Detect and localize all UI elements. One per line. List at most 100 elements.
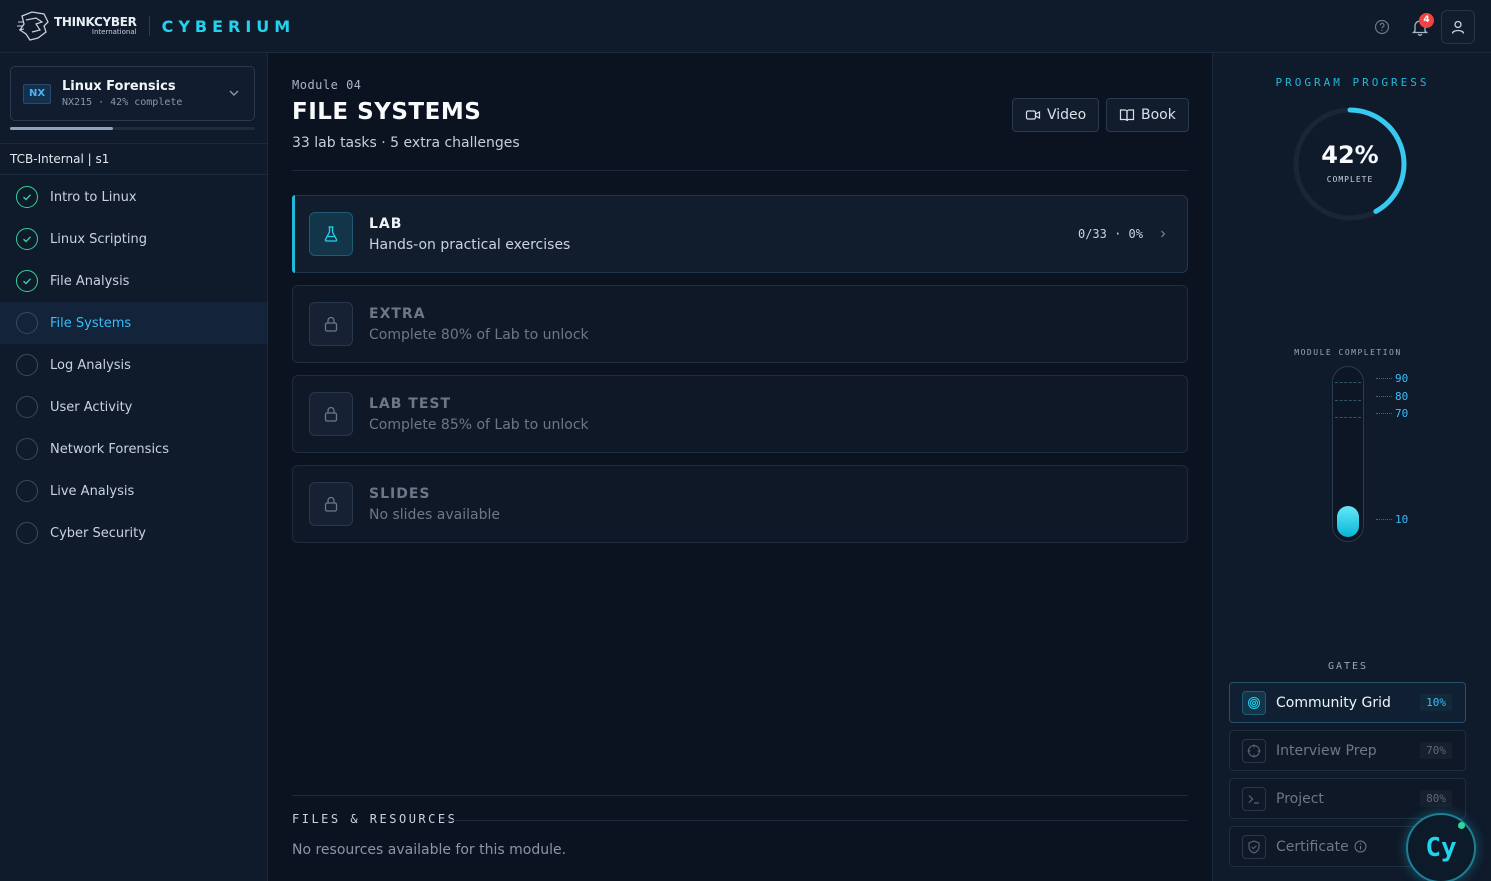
flask-icon: [324, 226, 338, 242]
video-button-label: Video: [1047, 107, 1087, 123]
help-circle-icon: [1374, 19, 1390, 34]
lock-icon: [324, 496, 338, 512]
card-description: Hands-on practical exercises: [369, 236, 571, 253]
gauge-threshold-line: [1335, 382, 1361, 383]
online-status-dot: [1458, 822, 1465, 829]
sidebar-item-linux-scripting[interactable]: Linux Scripting: [0, 218, 267, 260]
check-icon: [23, 278, 32, 285]
module-label: Module 04: [292, 78, 362, 92]
video-icon: [1025, 110, 1041, 120]
card-title: LAB: [369, 215, 403, 232]
gate-percent: 80%: [1420, 790, 1452, 807]
extra-card[interactable]: EXTRA Complete 80% of Lab to unlock: [292, 285, 1188, 363]
sidebar-item-label: Cyber Security: [50, 525, 146, 541]
status-circle: [16, 396, 38, 418]
shield-icon: [1248, 839, 1260, 854]
status-circle: [16, 522, 38, 544]
fingerprint-icon: [1248, 696, 1260, 709]
card-title: EXTRA: [369, 305, 426, 322]
gate-label: Certificate: [1276, 838, 1349, 855]
lock-icon: [324, 316, 338, 332]
card-description: No slides available: [369, 506, 500, 523]
check-icon: [23, 236, 32, 243]
files-empty-message: No resources available for this module.: [292, 842, 567, 858]
gate-community-grid[interactable]: Community Grid 10%: [1229, 682, 1466, 723]
sidebar-item-file-analysis[interactable]: File Analysis: [0, 260, 267, 302]
terminal-icon: [1248, 794, 1259, 804]
card-description: Complete 85% of Lab to unlock: [369, 416, 589, 433]
help-button[interactable]: [1365, 10, 1399, 44]
gate-label: Interview Prep: [1276, 742, 1377, 759]
module-meta: 33 lab tasks · 5 extra challenges: [292, 135, 520, 151]
gate-interview-prep[interactable]: Interview Prep 70%: [1229, 730, 1466, 771]
notifications-button[interactable]: 4: [1403, 10, 1437, 44]
sidebar-item-log-analysis[interactable]: Log Analysis: [0, 344, 267, 386]
gate-percent: 70%: [1420, 742, 1452, 759]
sidebar: NX Linux Forensics NX215 · 42% complete …: [0, 53, 268, 881]
status-circle: [16, 228, 38, 250]
gauge-threshold-line: [1335, 417, 1361, 418]
book-open-icon: [1119, 109, 1135, 122]
course-progress-fill: [10, 127, 113, 130]
sidebar-item-label: Linux Scripting: [50, 231, 147, 247]
book-button-label: Book: [1141, 107, 1176, 123]
card-title: SLIDES: [369, 485, 431, 502]
course-selector[interactable]: NX Linux Forensics NX215 · 42% complete: [10, 66, 255, 121]
info-icon[interactable]: [1354, 840, 1367, 853]
assistant-label: Cy: [1425, 833, 1457, 863]
program-progress-percent: 42%: [1321, 141, 1379, 169]
lab-card[interactable]: LAB Hands-on practical exercises 0/33 · …: [292, 195, 1188, 273]
module-completion-title: MODULE COMPLETION: [1294, 348, 1402, 357]
sidebar-item-user-activity[interactable]: User Activity: [0, 386, 267, 428]
status-circle: [16, 270, 38, 292]
crosshair-icon: [1247, 744, 1261, 757]
files-divider: [292, 795, 1188, 796]
brand-subtitle: International: [91, 28, 137, 36]
video-button[interactable]: Video: [1012, 98, 1100, 132]
module-completion-fill: [1337, 506, 1359, 537]
files-heading-line: [443, 820, 1188, 821]
module-completion-gauge: [1332, 366, 1364, 542]
product-name: CYBERIUM: [161, 16, 296, 36]
gate-label: Community Grid: [1276, 694, 1391, 711]
sidebar-item-label: File Systems: [50, 315, 132, 331]
sidebar-item-network-forensics[interactable]: Network Forensics: [0, 428, 267, 470]
card-title: LAB TEST: [369, 395, 452, 412]
assistant-button[interactable]: Cy: [1406, 813, 1476, 881]
files-resources-heading: FILES & RESOURCES: [292, 812, 458, 826]
sidebar-item-live-analysis[interactable]: Live Analysis: [0, 470, 267, 512]
sidebar-item-label: Intro to Linux: [50, 189, 137, 205]
book-button[interactable]: Book: [1106, 98, 1189, 132]
slides-card[interactable]: SLIDES No slides available: [292, 465, 1188, 543]
gate-project[interactable]: Project 80%: [1229, 778, 1466, 819]
sidebar-item-file-systems[interactable]: File Systems: [0, 302, 267, 344]
main-content: Module 04 FILE SYSTEMS 33 lab tasks · 5 …: [268, 53, 1212, 881]
sidebar-item-label: Log Analysis: [50, 357, 131, 373]
brand[interactable]: THINKCYBER International CYBERIUM: [16, 8, 295, 44]
status-circle: [16, 312, 38, 334]
check-icon: [23, 194, 32, 201]
status-circle: [16, 186, 38, 208]
gauge-threshold-line: [1335, 400, 1361, 401]
user-icon: [1451, 20, 1465, 34]
sidebar-item-label: File Analysis: [50, 273, 130, 289]
notification-badge: 4: [1419, 12, 1434, 28]
page-title: FILE SYSTEMS: [292, 99, 482, 125]
progress-panel: PROGRAM PROGRESS 42% COMPLETE MODULE COM…: [1212, 53, 1491, 881]
lab-progress-stat: 0/33 · 0%: [1077, 227, 1143, 241]
chevron-down-icon: [229, 90, 239, 96]
brand-name: THINKCYBER: [54, 15, 137, 29]
sidebar-item-cyber-security[interactable]: Cyber Security: [0, 512, 267, 554]
lab-test-card[interactable]: LAB TEST Complete 85% of Lab to unlock: [292, 375, 1188, 453]
header-divider: [292, 170, 1188, 171]
course-progress-bar: [10, 127, 255, 130]
user-menu-button[interactable]: [1441, 9, 1475, 44]
group-label: TCB-Internal | s1: [0, 143, 267, 175]
top-bar: THINKCYBER International CYBERIUM 4: [0, 0, 1491, 53]
brand-separator: [148, 16, 150, 36]
gates-title: GATES: [1327, 661, 1369, 672]
sidebar-item-intro-to-linux[interactable]: Intro to Linux: [0, 176, 267, 218]
gauge-tick-90: 90: [1376, 372, 1408, 385]
status-circle: [16, 438, 38, 460]
course-tag: NX: [23, 83, 51, 104]
